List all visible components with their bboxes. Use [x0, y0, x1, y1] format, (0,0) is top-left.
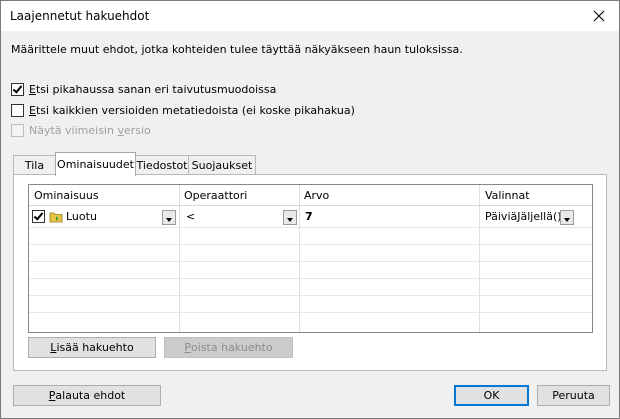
cancel-button[interactable]: Peruuta	[537, 385, 610, 406]
operator-dropdown-button[interactable]	[283, 210, 297, 225]
close-button[interactable]	[579, 1, 619, 31]
reset-conditions-button[interactable]: Palauta ehdot	[13, 385, 161, 406]
header-property: Ominaisuus	[34, 189, 99, 202]
header-value: Arvo	[304, 189, 330, 202]
remove-condition-button: Poista hakuehto	[164, 337, 293, 358]
inflection-label: Etsi pikahaussa sanan eri taivutusmuodoi…	[29, 82, 277, 96]
latest-version-checkbox	[11, 123, 24, 137]
conditions-grid: Ominaisuus Operaattori Arvo Valinnat Luo…	[28, 184, 593, 333]
all-versions-option[interactable]: Etsi kaikkien versioiden metatiedoista (…	[11, 102, 355, 118]
options-dropdown-button[interactable]	[560, 210, 574, 225]
tab-ominaisuudet[interactable]: Ominaisuudet	[55, 152, 136, 176]
latest-version-option: Näytä viimeisin versio	[11, 122, 151, 138]
tab-suojaukset[interactable]: Suojaukset	[188, 155, 256, 175]
tab-tila[interactable]: Tila	[13, 155, 56, 175]
properties-panel: Ominaisuus Operaattori Arvo Valinnat Luo…	[13, 174, 607, 371]
inflection-option[interactable]: Etsi pikahaussa sanan eri taivutusmuodoi…	[11, 81, 276, 97]
row-value[interactable]: 7	[305, 210, 313, 223]
row-property-value[interactable]: Luotu	[66, 210, 97, 223]
row-options-value[interactable]: PäiviäJäljellä()	[485, 210, 562, 223]
row-enabled-checkbox[interactable]	[32, 210, 45, 223]
latest-version-label: Näytä viimeisin versio	[29, 123, 151, 137]
title-bar: Laajennetut hakuehdot	[1, 1, 619, 31]
header-options: Valinnat	[485, 189, 530, 202]
advanced-search-dialog: Laajennetut hakuehdot Määrittele muut eh…	[0, 0, 620, 419]
ok-button[interactable]: OK	[454, 385, 529, 406]
tab-tiedostot[interactable]: Tiedostot	[135, 155, 189, 175]
table-row: Luotu < 7 PäiviäJäljellä()	[29, 206, 592, 227]
close-icon	[593, 10, 605, 22]
dialog-description: Määrittele muut ehdot, jotka kohteiden t…	[11, 43, 463, 56]
header-operator: Operaattori	[184, 189, 248, 202]
property-dropdown-button[interactable]	[162, 210, 176, 225]
grid-header: Ominaisuus Operaattori Arvo Valinnat	[29, 185, 592, 205]
all-versions-label: Etsi kaikkien versioiden metatiedoista (…	[29, 103, 355, 117]
all-versions-checkbox[interactable]	[11, 103, 24, 117]
inflection-checkbox[interactable]	[11, 82, 24, 96]
row-operator-value[interactable]: <	[186, 210, 195, 223]
add-condition-button[interactable]: Lisää hakuehto	[28, 337, 156, 358]
folder-property-icon	[49, 212, 63, 223]
window-title: Laajennetut hakuehdot	[10, 9, 150, 23]
